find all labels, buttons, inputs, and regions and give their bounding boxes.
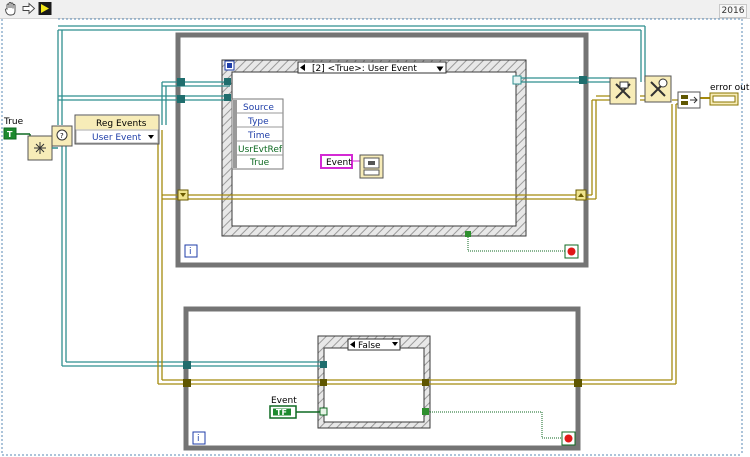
event-type-node-icon[interactable]: ? [51,125,73,147]
event-case-label: [2] <True>: User Event [312,64,417,74]
case-selector-label: False [358,341,381,351]
case-selector[interactable]: False [347,338,401,351]
event-data-time: Time [247,131,270,141]
iteration-terminal-lower: i [192,431,206,445]
stop-terminal-lower[interactable] [561,431,576,446]
true-label: True [3,117,24,127]
create-user-event-icon[interactable] [27,135,53,161]
event-indicator[interactable]: Event [320,154,353,169]
event-data-type: Type [247,117,269,127]
error-out-indicator[interactable] [709,92,739,106]
stop-wire-lower [426,411,566,439]
event-selector[interactable]: [2] <True>: User Event [297,61,447,74]
svg-text:?: ? [60,132,64,140]
event-control-glyph: TF [276,408,287,417]
event-control-label: Event [271,396,297,406]
block-diagram: [2] <True>: User Event Source Type Time … [1,18,750,456]
event-data-usrevtref: UsrEvtRef [238,145,283,155]
event-data-true: True [249,158,270,168]
true-constant[interactable]: T [3,127,17,140]
destroy-user-event-icon[interactable] [644,75,672,103]
register-events-input: User Event [92,133,142,143]
register-events-node[interactable]: Reg Events User Event [74,114,160,145]
event-data-source: Source [243,103,274,113]
stop-terminal-upper[interactable] [564,244,579,259]
event-boolean-control[interactable]: TF [269,405,297,419]
svg-text:i: i [189,247,192,257]
merge-errors-icon[interactable] [677,91,701,109]
unregister-events-icon[interactable] [609,77,637,105]
event-data-node[interactable]: Source Type Time UsrEvtRef True [231,98,284,170]
event-indicator-label: Event [326,158,352,168]
true-constant-glyph: T [7,130,13,139]
register-events-title: Reg Events [96,119,147,129]
event-property-node-icon[interactable] [359,154,384,179]
error-out-label: error out [710,83,750,93]
svg-text:i: i [197,434,200,444]
iteration-terminal-upper: i [184,244,198,258]
